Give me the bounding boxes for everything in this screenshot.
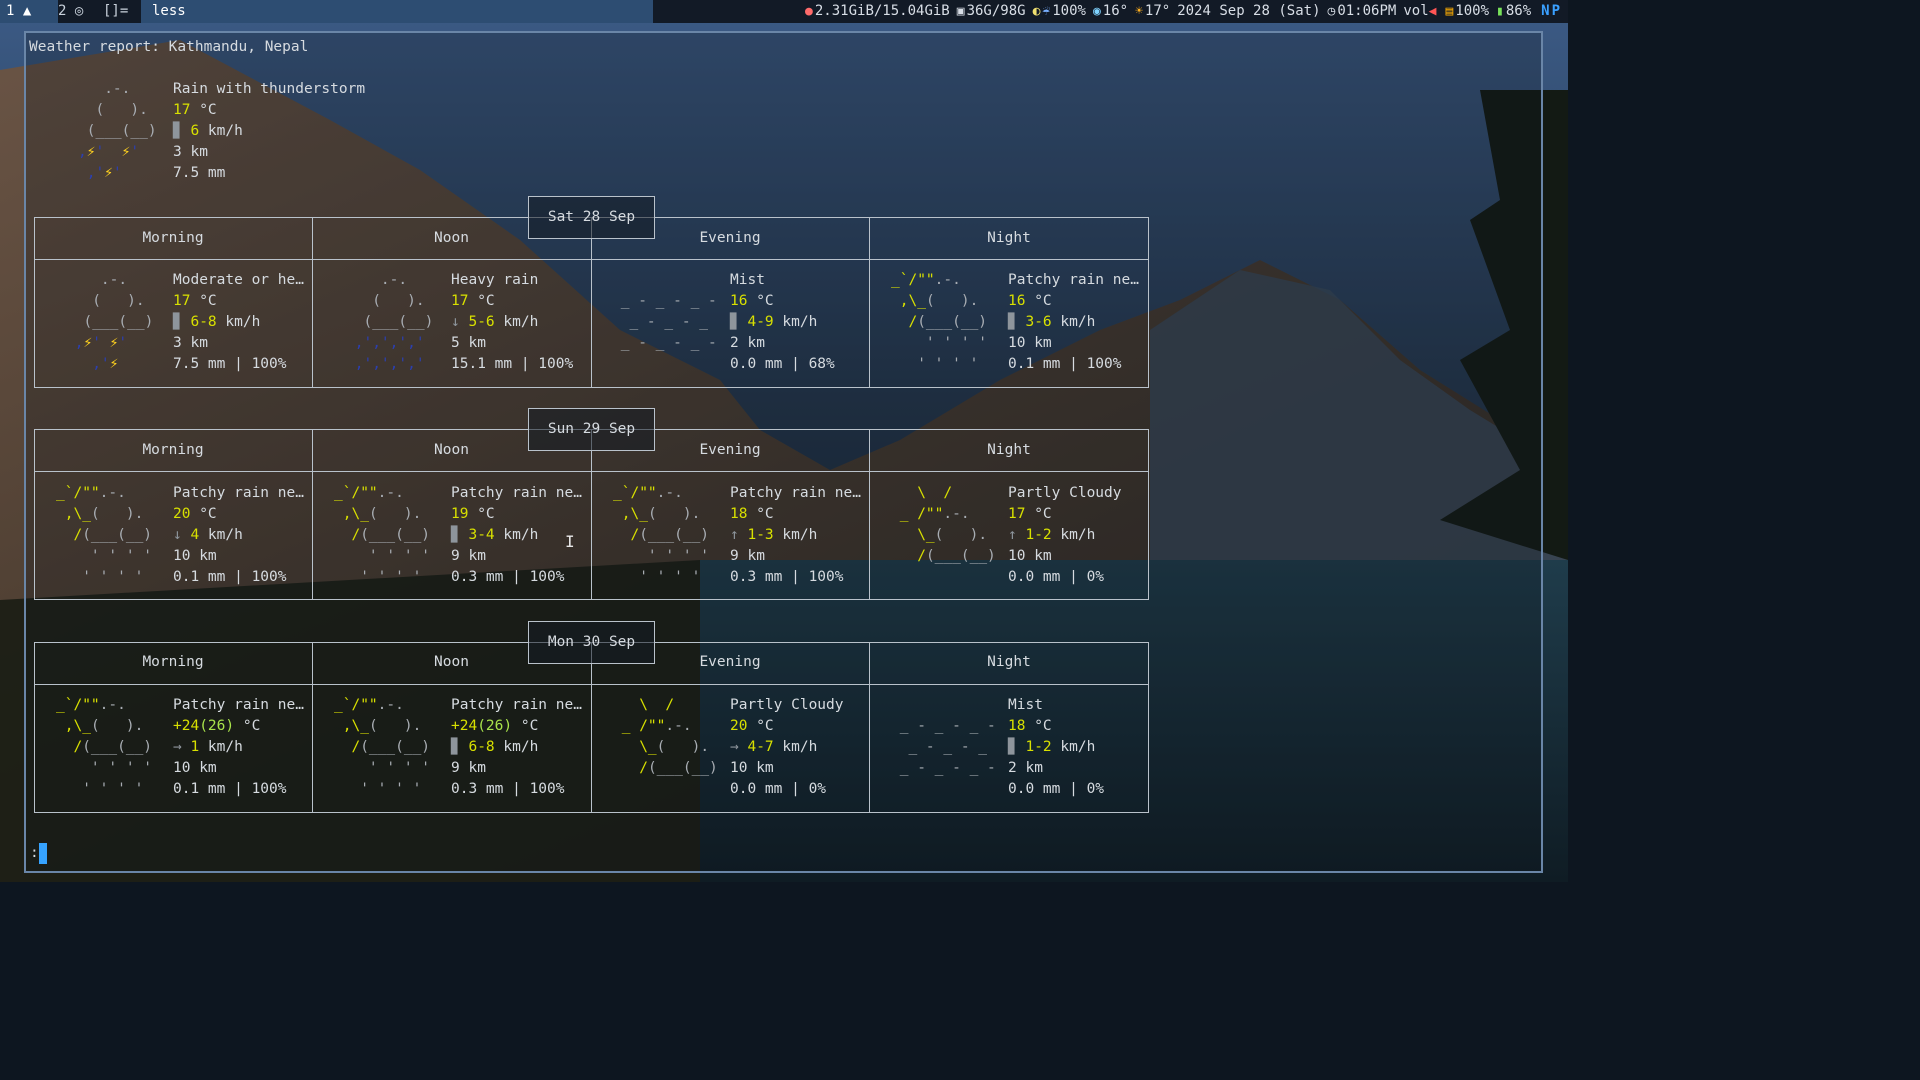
mute-icon: ◀ [1428,4,1437,19]
wifi-icon: ▤ [1445,4,1454,19]
period-forecast: Patchy rain ne… 16 °C ▊ 3-6 km/h 10 km 0… [1008,272,1139,372]
period-forecast: Heavy rain 17 °C ↓ 5-6 km/h 5 km 15.1 mm… [451,272,574,372]
status-bar: 1 ▲ 2 ◎ []= less ● 2.31GiB/15.04GiB ▣ 36G/… [0,0,1568,23]
wind-direction-icon: ▊ [173,314,182,330]
wind-direction-icon: ▊ [451,739,460,755]
period-forecast: Moderate or he… 17 °C ▊ 6-8 km/h 3 km 7.… [173,272,304,372]
period-forecast: Mist 18 °C ▊ 1-2 km/h 2 km 0.0 mm | 0% [1008,697,1105,797]
period-header: Night [987,442,1031,458]
period-forecast: Patchy rain ne… +24(26) °C ▊ 6-8 km/h 9 … [451,697,582,797]
wind-direction-icon: ▊ [1008,314,1017,330]
terminal-window[interactable]: Weather report: Kathmandu, Nepal .-. ( )… [24,31,1543,873]
temperature-status: ◉ 16° [1093,0,1128,23]
weather-heading: Weather report: Kathmandu, Nepal [29,39,309,55]
current-visibility: 3 km [173,144,208,160]
period-forecast: Patchy rain ne… 19 °C ▊ 3-4 km/h 9 km 0.… [451,485,582,585]
terminal-cursor[interactable] [39,843,47,864]
wind-direction-icon: ▊ [1008,739,1017,755]
mist-icon: _ - _ - _ - _ - _ - _ _ - _ - _ - [620,293,717,351]
period-header: Noon [434,654,469,670]
wind-direction-icon: ↓ [451,314,460,330]
period-header: Evening [699,442,761,458]
patchy-rain-icon: _`/"".-. ,\_( ). /(___(__) ' ' ' ' ' ' '… [613,485,710,585]
battery-status: ▮ 86% [1496,0,1531,23]
volume-status[interactable]: vol ◀ [1403,0,1438,23]
brightness-status: ◐ ☔ 100% [1033,0,1086,23]
patchy-rain-icon: _`/"".-. ,\_( ). /(___(__) ' ' ' ' ' ' '… [56,697,153,797]
period-header: Morning [142,442,204,458]
disk-status: ▣ 36G/98G [957,0,1026,23]
period-forecast: Mist 16 °C ▊ 4-9 km/h 2 km 0.0 mm | 68% [730,272,835,372]
text-cursor-icon: I [565,532,575,551]
monitor-icon: ▣ [956,4,965,19]
patchy-rain-icon: _`/"".-. ,\_( ). /(___(__) ' ' ' ' ' ' '… [891,272,988,372]
workspace-1[interactable]: 1 ▲ [0,0,58,23]
partly-cloudy-icon: \ / _ /"".-. \_( ). /(___(__) [891,485,996,564]
mist-icon: _ - _ - _ - _ - _ - _ _ - _ - _ - [899,718,996,776]
thermometer-icon: ◉ [1092,4,1101,19]
period-header: Morning [142,654,204,670]
current-precipitation: 7.5 mm [173,165,226,181]
wind-direction-icon: ↑ [1008,527,1017,543]
keyboard-layout[interactable]: NP [1541,0,1562,23]
wind-direction-icon: → [173,739,182,755]
workspace-1-icon: ▲ [22,3,32,19]
patchy-rain-icon: _`/"".-. ,\_( ). /(___(__) ' ' ' ' ' ' '… [334,697,431,797]
thunder-icon: .-. ( ). (___(__) ,⚡' ⚡' ,'⚡ [74,272,154,372]
wifi-status[interactable]: ▤ 100% [1445,0,1489,23]
period-header: Morning [142,230,204,246]
workspace-2[interactable]: 2 ◎ [52,0,89,23]
date-status: 2024 Sep 28 (Sat) [1177,3,1321,19]
time-status: ◷ 01:06PM [1328,0,1397,23]
workspace-2-number: 2 [58,3,67,19]
current-wind: 6 [190,123,200,139]
patchy-rain-icon: _`/"".-. ,\_( ). /(___(__) ' ' ' ' ' ' '… [56,485,153,585]
period-forecast: Partly Cloudy 17 °C ↑ 1-2 km/h 10 km 0.0… [1008,485,1122,585]
period-forecast: Patchy rain ne… 20 °C ↓ 4 km/h 10 km 0.1… [173,485,304,585]
workspace-2-icon: ◎ [74,3,84,19]
period-header: Night [987,230,1031,246]
partly-cloudy-icon: \ / _ /"".-. \_( ). /(___(__) [613,697,718,776]
current-temperature: 17 [173,102,191,118]
weather-status: ☀ 17° [1135,0,1170,23]
moon-icon: ◐ [1032,4,1041,19]
rain-cloud-icon: ☔ [1042,4,1051,19]
memory-icon: ● [805,4,813,19]
period-header: Evening [699,654,761,670]
thunderstorm-cloud-icon: .-. ( ). (___(__) ,⚡' ⚡' ,'⚡' [78,81,157,181]
period-header: Evening [699,230,761,246]
workspace-1-number: 1 [6,3,15,19]
window-title: less [141,0,653,23]
period-header: Noon [434,230,469,246]
memory-status: ● 2.31GiB/15.04GiB [805,0,950,23]
battery-icon: ▮ [1496,4,1504,19]
period-header: Noon [434,442,469,458]
period-forecast: Patchy rain ne… +24(26) °C → 1 km/h 10 k… [173,697,304,797]
period-forecast: Partly Cloudy 20 °C → 4-7 km/h 10 km 0.0… [730,697,844,797]
clock-icon: ◷ [1327,4,1336,19]
pager-prompt: : [30,845,39,861]
wind-direction-icon: ↑ [730,527,739,543]
period-header: Night [987,654,1031,670]
wind-direction-icon: ▊ [451,527,460,543]
patchy-rain-icon: _`/"".-. ,\_( ). /(___(__) ' ' ' ' ' ' '… [334,485,431,585]
sun-icon: ☀ [1135,4,1143,19]
wind-direction-icon: ▊ [730,314,739,330]
period-forecast: Patchy rain ne… 18 °C ↑ 1-3 km/h 9 km 0.… [730,485,861,585]
layout-indicator[interactable]: []= [103,0,128,23]
wind-direction-icon: ↓ [173,527,182,543]
wind-direction-icon: → [730,739,739,755]
current-conditions: Rain with thunderstorm 17 °C ▊ 6 km/h 3 … [173,81,366,181]
status-modules: ● 2.31GiB/15.04GiB ▣ 36G/98G ◐ ☔ 100% ◉ 16° ☀… [798,0,1562,23]
current-condition: Rain with thunderstorm [173,81,366,97]
wind-direction-icon: ▊ [173,123,182,139]
heavy-rain-icon: .-. ( ). (___(__) ,',',',' ,',',',' [354,272,434,372]
